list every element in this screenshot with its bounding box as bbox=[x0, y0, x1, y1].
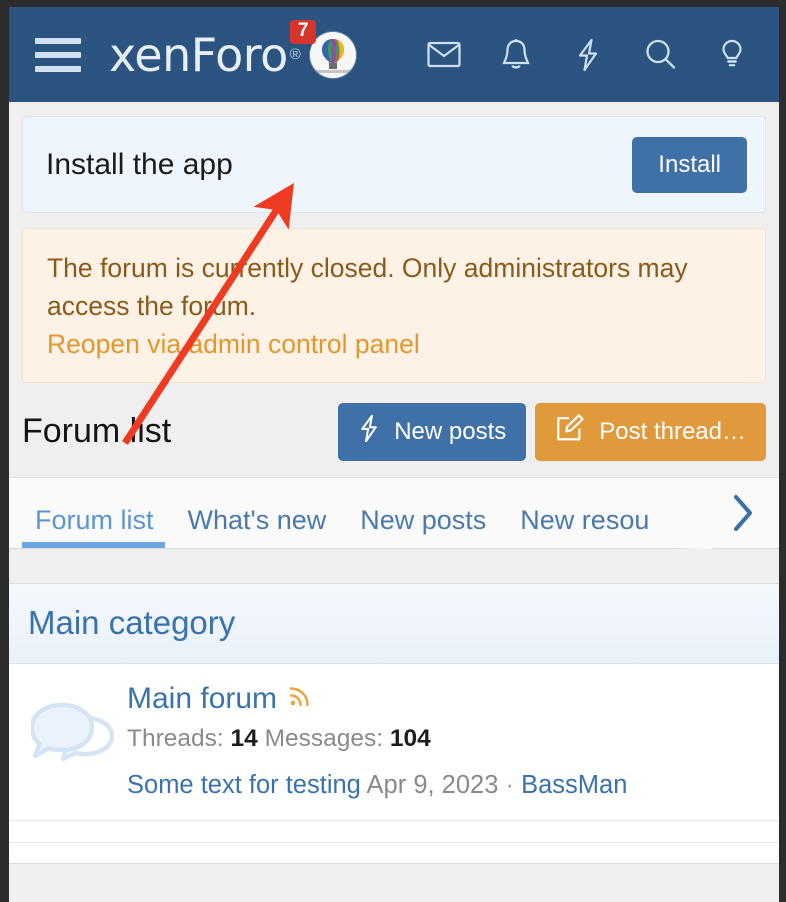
search-icon[interactable] bbox=[641, 36, 679, 74]
forum-name-link[interactable]: Main forum bbox=[127, 682, 277, 716]
forum-last-post: Some text for testing Apr 9, 2023 · Bass… bbox=[127, 771, 765, 800]
hamburger-menu-icon[interactable] bbox=[35, 37, 81, 72]
last-post-author-link[interactable]: BassMan bbox=[521, 771, 627, 799]
new-posts-button-label: New posts bbox=[394, 417, 507, 445]
last-post-separator: · bbox=[505, 770, 515, 799]
navigation-tabs: Forum list What's new New posts New reso… bbox=[9, 476, 779, 549]
tab-forum-list[interactable]: Forum list bbox=[22, 506, 171, 548]
notification-badge[interactable]: 7 bbox=[289, 19, 317, 45]
page-action-buttons: New posts Post thread… bbox=[338, 402, 766, 461]
tab-whats-new[interactable]: What's new bbox=[171, 506, 344, 548]
category-header[interactable]: Main category bbox=[9, 583, 779, 664]
window-frame-top bbox=[0, 0, 786, 7]
screenshot-root: xenForo ® 7 Install the app Install The … bbox=[0, 0, 786, 902]
threads-label: Threads: bbox=[127, 724, 224, 752]
forum-name-row: Main forum bbox=[127, 682, 765, 716]
last-post-date: Apr 9, 2023 bbox=[366, 770, 499, 799]
browser-viewport: xenForo ® 7 Install the app Install The … bbox=[9, 7, 779, 902]
content-spacer bbox=[9, 548, 779, 583]
forum-stats: Threads: 14 Messages: 104 bbox=[127, 725, 765, 753]
forum-list-bottom bbox=[9, 842, 779, 863]
category-title: Main category bbox=[28, 604, 236, 642]
site-logo[interactable]: xenForo ® bbox=[109, 28, 301, 82]
hamburger-bar bbox=[35, 65, 81, 72]
reopen-forum-link[interactable]: Reopen via admin control panel bbox=[47, 329, 741, 360]
tab-new-posts[interactable]: New posts bbox=[343, 506, 503, 548]
last-post-title-link[interactable]: Some text for testing bbox=[127, 771, 361, 799]
speech-bubbles-icon bbox=[23, 678, 127, 800]
window-frame-right bbox=[779, 0, 786, 902]
window-frame-left bbox=[0, 0, 9, 902]
page-title: Forum list bbox=[22, 412, 172, 451]
pencil-square-icon bbox=[555, 413, 585, 450]
category-block: Main category Main forum Threads: 14 Mes… bbox=[9, 582, 779, 864]
logo-registered-mark: ® bbox=[289, 46, 301, 63]
notice-message: The forum is currently closed. Only admi… bbox=[47, 253, 688, 321]
tab-new-resources[interactable]: New resou bbox=[503, 506, 666, 548]
install-button[interactable]: Install bbox=[632, 136, 747, 193]
install-banner-title: Install the app bbox=[46, 147, 233, 181]
messages-label: Messages: bbox=[264, 724, 384, 752]
logo-text: xenForo bbox=[109, 27, 288, 82]
forum-info: Main forum Threads: 14 Messages: 104 Som… bbox=[127, 678, 765, 800]
threads-count: 14 bbox=[230, 724, 258, 752]
balloon-logo-icon bbox=[309, 31, 356, 78]
rss-icon[interactable] bbox=[288, 684, 312, 713]
forum-list-item-partial bbox=[9, 820, 779, 843]
install-app-banner: Install the app Install bbox=[22, 116, 766, 213]
lightbulb-icon[interactable] bbox=[713, 36, 751, 74]
header-icon-group bbox=[425, 36, 757, 74]
hamburger-bar bbox=[35, 37, 81, 44]
site-header: xenForo ® 7 bbox=[9, 7, 779, 102]
messages-count: 104 bbox=[389, 724, 431, 752]
page-title-row: Forum list New posts Post thread… bbox=[22, 401, 766, 463]
bolt-icon[interactable] bbox=[569, 36, 607, 74]
user-avatar-wrapper[interactable]: 7 bbox=[289, 19, 356, 78]
new-posts-button[interactable]: New posts bbox=[338, 402, 527, 461]
hamburger-bar bbox=[35, 51, 81, 58]
post-thread-button-label: Post thread… bbox=[599, 417, 746, 445]
tab-list: Forum list What's new New posts New reso… bbox=[9, 478, 779, 548]
forum-closed-notice: The forum is currently closed. Only admi… bbox=[22, 228, 766, 383]
bell-icon[interactable] bbox=[497, 36, 535, 74]
forum-list-item: Main forum Threads: 14 Messages: 104 Som… bbox=[9, 663, 779, 821]
bolt-icon bbox=[358, 414, 380, 450]
envelope-icon[interactable] bbox=[425, 36, 463, 74]
chevron-right-icon[interactable] bbox=[713, 477, 773, 548]
post-thread-button[interactable]: Post thread… bbox=[535, 402, 766, 461]
avatar[interactable] bbox=[309, 31, 356, 78]
